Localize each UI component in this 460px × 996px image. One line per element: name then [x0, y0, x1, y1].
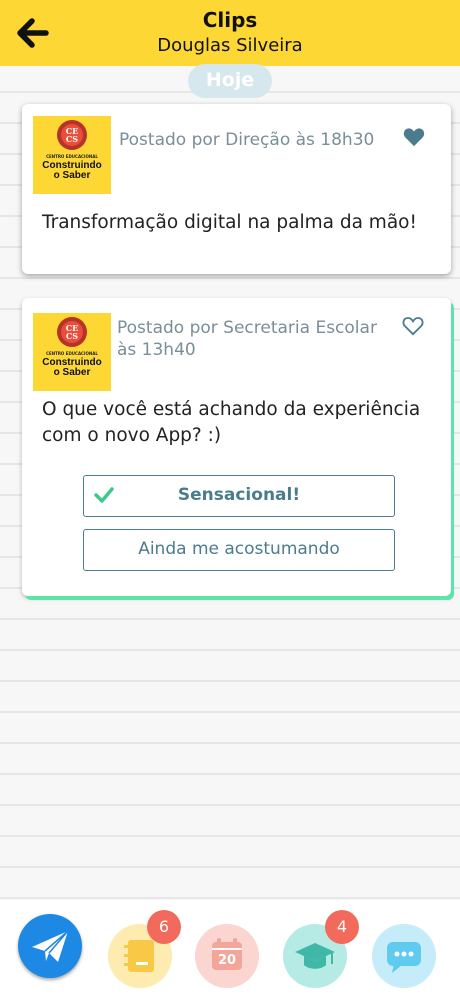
- app-header: Clips Douglas Silveira: [0, 0, 460, 66]
- poll-option-label: Ainda me acostumando: [138, 539, 340, 559]
- logo-name: Construindo o Saber: [42, 357, 102, 378]
- post-meta: Postado por Secretaria Escolar às 13h40: [117, 318, 377, 360]
- poll-option-acostumando[interactable]: Ainda me acostumando: [83, 529, 395, 571]
- svg-text:CS: CS: [66, 331, 78, 341]
- post-message: Transformação digital na palma da mão!: [42, 212, 417, 233]
- post-meta: Postado por Direção às 18h30: [119, 130, 375, 150]
- notification-badge: 6: [147, 910, 181, 944]
- day-separator: Hoje: [188, 64, 272, 98]
- heart-filled-icon: [403, 128, 425, 147]
- logo-caption: CENTRO EDUCACIONAL: [46, 351, 98, 356]
- nav-chat-button[interactable]: [372, 924, 436, 988]
- poll-option-label: Sensacional!: [177, 485, 301, 505]
- notification-badge: 4: [325, 910, 359, 944]
- like-button[interactable]: [402, 316, 424, 336]
- post-card: CE CS CENTRO EDUCACIONAL Construindo o S…: [22, 104, 451, 274]
- nav-calendar-button[interactable]: 20: [195, 924, 259, 988]
- heart-outline-icon: [402, 317, 424, 336]
- like-button[interactable]: [403, 127, 425, 147]
- school-logo: CE CS CENTRO EDUCACIONAL Construindo o S…: [33, 313, 111, 391]
- svg-text:CS: CS: [66, 134, 78, 144]
- chat-bubble-icon: [387, 942, 421, 973]
- logo-name: Construindo o Saber: [42, 160, 102, 181]
- page-subtitle: Douglas Silveira: [157, 35, 303, 56]
- poll-option-sensacional[interactable]: Sensacional!: [83, 475, 395, 517]
- check-icon: [94, 487, 114, 503]
- poll-card: CE CS CENTRO EDUCACIONAL Construindo o S…: [22, 298, 451, 596]
- calendar-day: 20: [217, 953, 237, 968]
- logo-caption: CENTRO EDUCACIONAL: [46, 154, 98, 159]
- paper-plane-icon: [32, 930, 69, 962]
- school-logo: CE CS CENTRO EDUCACIONAL Construindo o S…: [33, 116, 111, 194]
- nav-messages-button[interactable]: [18, 914, 82, 978]
- poll-question: O que você está achando da experiência c…: [42, 399, 421, 446]
- page-title: Clips: [202, 8, 258, 32]
